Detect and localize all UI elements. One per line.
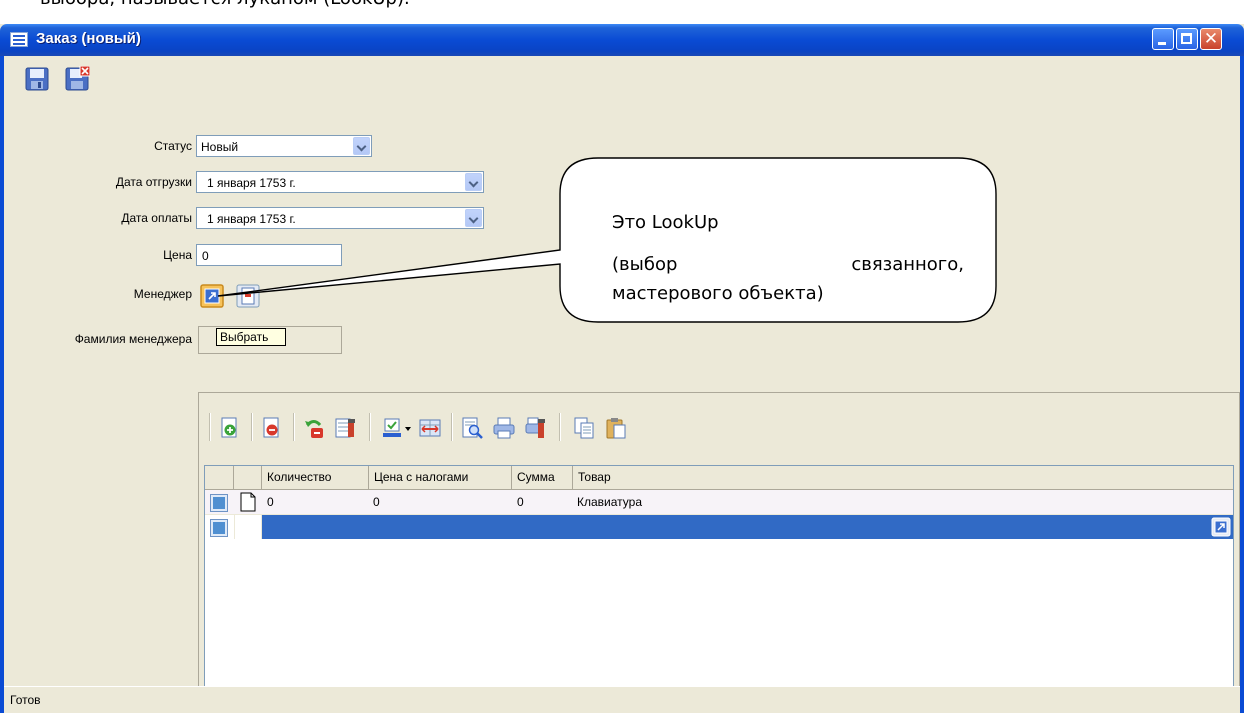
column-header-quantity[interactable]: Количество [262,466,369,490]
header-icon-column [234,466,262,490]
table-row[interactable]: 0 0 0 Клавиатура [205,490,1233,515]
status-select[interactable]: Новый [196,135,372,157]
pay-date-value: 1 января 1753 г. [207,212,296,226]
cell-quantity[interactable]: 0 [267,495,274,509]
price-label: Цена [163,248,192,262]
delete-row-icon[interactable] [261,417,283,439]
print-icon[interactable] [493,417,515,439]
row-select-checkbox[interactable] [211,520,227,536]
chevron-down-icon[interactable] [465,209,482,227]
paste-icon[interactable] [605,417,627,439]
pay-date-label: Дата оплаты [121,211,192,225]
title-bar[interactable]: Заказ (новый) ✕ [0,24,1244,56]
color-filter-icon[interactable] [381,417,403,439]
toolbar-separator [209,413,211,441]
row-select-checkbox[interactable] [211,495,227,511]
column-width-icon[interactable] [419,417,441,439]
minimize-icon[interactable] [1152,28,1174,50]
window-border-left [0,56,4,713]
dropdown-arrow-icon[interactable] [403,417,413,439]
save-close-icon[interactable] [64,66,90,92]
price-value: 0 [202,249,209,263]
lookup-cell-icon[interactable] [1211,517,1231,537]
grid-toolbar [199,393,1239,463]
save-icon[interactable] [24,66,50,92]
ship-date-label: Дата отгрузки [115,175,192,189]
callout-line-1: (выбор связанного, [612,250,964,279]
manager-label: Менеджер [133,287,192,301]
callout-title: Это LookUp [612,212,719,233]
status-bar: Готов [4,686,1240,713]
callout-line-1a: (выбор [612,254,678,275]
callout-line-2: мастерового объекта) [612,283,824,304]
window-border-right [1240,56,1244,713]
undo-icon[interactable] [303,417,325,439]
maximize-icon[interactable] [1176,28,1198,50]
chevron-down-icon[interactable] [465,173,482,191]
column-header-product[interactable]: Товар [573,466,1233,490]
manager-surname-label: Фамилия менеджера [74,332,192,346]
toolbar-separator [251,413,253,441]
price-input[interactable]: 0 [196,244,342,266]
detail-grid-panel: Количество Цена с налогами Сумма Товар 0… [198,392,1240,698]
print-settings-icon[interactable] [525,417,547,439]
close-icon[interactable]: ✕ [1200,28,1222,50]
settings-icon[interactable] [335,417,357,439]
row-indicator-cell [234,515,262,539]
cell-product[interactable]: Клавиатура [577,495,642,509]
lookup-select-icon[interactable] [200,284,224,308]
cell-sum[interactable]: 0 [517,495,524,509]
toolbar-separator [369,413,371,441]
toolbar-separator [451,413,453,441]
table-row-new[interactable] [205,515,1233,539]
toolbar-separator [293,413,295,441]
preview-icon[interactable] [461,417,483,439]
document-caption-text: выбора, называется лукапом (LookUp). [40,0,410,9]
lookup-clear-icon[interactable] [236,284,260,308]
window-title: Заказ (новый) [36,30,141,47]
add-row-icon[interactable] [219,417,241,439]
toolbar-separator [559,413,561,441]
callout-line-1b: связанного, [851,254,964,275]
tooltip-text: Выбрать [220,330,269,344]
callout-body: (выбор связанного, мастерового объекта) [612,250,964,308]
order-window: Заказ (новый) ✕ Статус Новый Дата отгруз… [0,24,1244,713]
status-text: Готов [10,693,41,707]
status-value: Новый [201,140,239,154]
pay-date-picker[interactable]: 1 января 1753 г. [196,207,484,229]
chevron-down-icon[interactable] [353,137,370,155]
tooltip: Выбрать [216,328,286,346]
column-header-price-tax[interactable]: Цена с налогами [369,466,512,490]
form-icon [10,32,28,47]
ship-date-value: 1 января 1753 г. [207,176,296,190]
selected-row-highlight[interactable] [262,515,1233,539]
ship-date-picker[interactable]: 1 января 1753 г. [196,171,484,193]
detail-table[interactable]: Количество Цена с налогами Сумма Товар 0… [204,465,1234,694]
copy-icon[interactable] [573,417,595,439]
status-label: Статус [154,139,192,153]
header-corner [205,466,234,490]
document-caption: выбора, называется лукапом (LookUp). [0,0,1244,24]
close-glyph: ✕ [1203,29,1219,49]
column-header-sum[interactable]: Сумма [512,466,573,490]
cell-price-tax[interactable]: 0 [373,495,380,509]
document-icon [240,492,256,512]
